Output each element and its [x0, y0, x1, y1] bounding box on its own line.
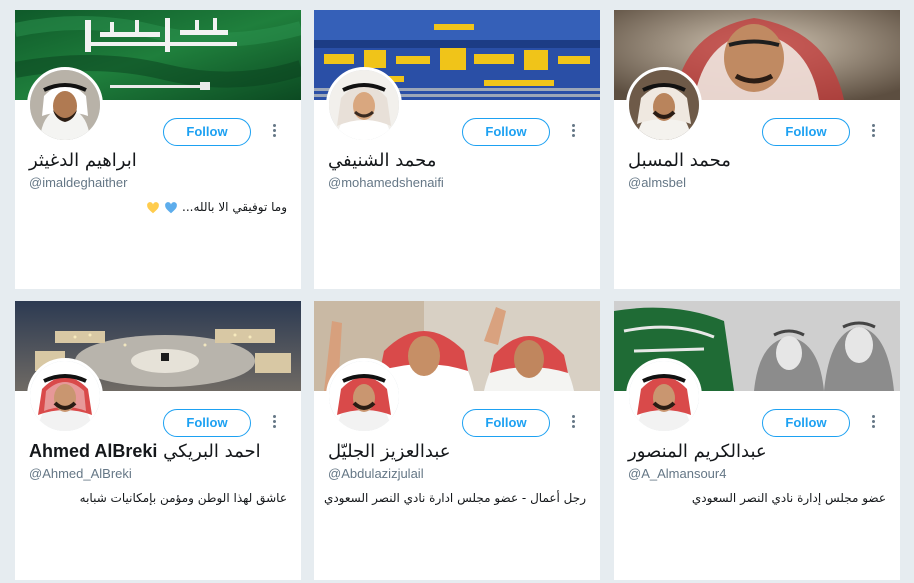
user-bio: رجل أعمال - عضو مجلس ادارة نادي النصر ال… [323, 491, 586, 505]
bio-text: وما توفيقي الا بالله... [182, 200, 287, 214]
user-card[interactable]: Follow محمد المسبل @almsbel [614, 10, 900, 289]
display-name[interactable]: محمد المسبل [628, 150, 731, 171]
display-name[interactable]: عبدالعزيز الجليّل [328, 441, 451, 462]
follow-button[interactable]: Follow [462, 409, 550, 437]
avatar[interactable] [626, 358, 702, 434]
display-name[interactable]: ابراهيم الدغيثر [29, 150, 137, 171]
more-options-icon[interactable] [566, 123, 580, 141]
more-options-icon[interactable] [866, 414, 880, 432]
yellow-heart-icon [147, 201, 160, 213]
user-card[interactable]: Follow عبدالعزيز الجليّل @Abdulazizjulai… [314, 301, 600, 580]
follow-button[interactable]: Follow [163, 409, 251, 437]
display-name[interactable]: Ahmed AlBreki احمد البريكي [29, 441, 261, 462]
user-bio: عضو مجلس إدارة نادي النصر السعودي [691, 491, 886, 505]
more-options-icon[interactable] [267, 123, 281, 141]
avatar[interactable] [27, 358, 103, 434]
more-options-icon[interactable] [866, 123, 880, 141]
follow-button[interactable]: Follow [762, 118, 850, 146]
user-handle[interactable]: @Abdulazizjulail [328, 466, 424, 481]
user-handle[interactable]: @Ahmed_AlBreki [29, 466, 132, 481]
more-options-icon[interactable] [566, 414, 580, 432]
user-handle[interactable]: @A_Almansour4 [628, 466, 726, 481]
follow-button[interactable]: Follow [163, 118, 251, 146]
display-name[interactable]: عبدالكريم المنصور [628, 441, 767, 462]
user-card[interactable]: Follow محمد الشنيفي @mohamedshenaifi [314, 10, 600, 289]
display-name-arabic: احمد البريكي [163, 441, 261, 462]
avatar[interactable] [326, 67, 402, 143]
avatar[interactable] [27, 67, 103, 143]
more-options-icon[interactable] [267, 414, 281, 432]
display-name[interactable]: محمد الشنيفي [328, 150, 436, 171]
blue-heart-icon [165, 201, 178, 213]
user-bio: عاشق لهذا الوطن ومؤمن بإمكانيات شبابه [79, 491, 287, 505]
follow-button[interactable]: Follow [762, 409, 850, 437]
avatar[interactable] [326, 358, 402, 434]
user-card[interactable]: Follow عبدالكريم المنصور @A_Almansour4 ع… [614, 301, 900, 580]
user-card[interactable]: Follow Ahmed AlBreki احمد البريكي @Ahmed… [15, 301, 301, 580]
user-handle[interactable]: @imaldeghaither [29, 175, 127, 190]
user-handle[interactable]: @mohamedshenaifi [328, 175, 444, 190]
user-handle[interactable]: @almsbel [628, 175, 686, 190]
follow-button[interactable]: Follow [462, 118, 550, 146]
avatar[interactable] [626, 67, 702, 143]
user-bio: وما توفيقي الا بالله... [143, 200, 287, 215]
user-card[interactable]: Follow ابراهيم الدغيثر @imaldeghaither و… [15, 10, 301, 289]
display-name-latin: Ahmed AlBreki [29, 441, 158, 461]
